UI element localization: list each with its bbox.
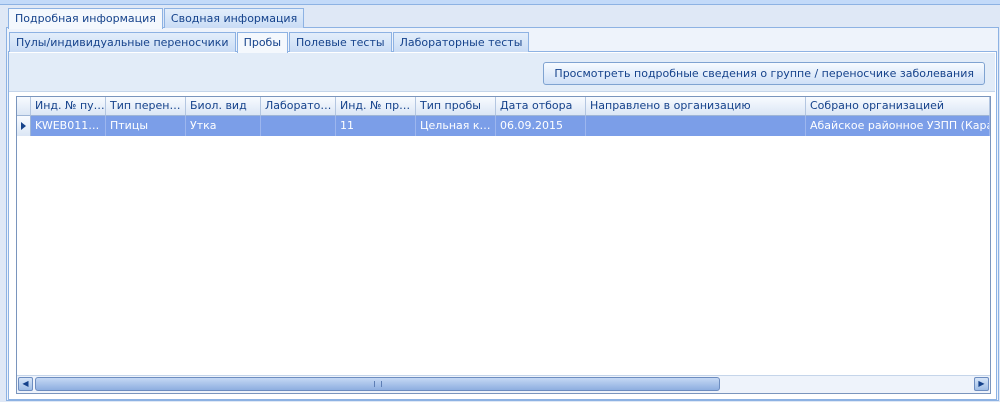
column-header[interactable]: Инд. № пул... <box>31 97 106 116</box>
window-top-border <box>0 0 1000 5</box>
tab-field-tests[interactable]: Полевые тесты <box>289 32 392 52</box>
outer-tabstrip: Подробная информация Сводная информация <box>8 8 305 29</box>
column-header[interactable]: Собрано организацией <box>806 97 990 116</box>
scroll-left-icon[interactable]: ◀ <box>18 377 33 391</box>
table-cell[interactable] <box>261 116 336 136</box>
column-header[interactable]: Дата отбора <box>496 97 586 116</box>
samples-toolbar: Просмотреть подробные сведения о группе … <box>9 53 995 92</box>
column-header[interactable]: Лаборатор... <box>261 97 336 116</box>
inner-tabstrip: Пулы/индивидуальные переносчики Пробы По… <box>9 32 530 53</box>
tab-summary-info[interactable]: Сводная информация <box>163 8 305 28</box>
scroll-right-icon[interactable]: ▶ <box>974 377 989 391</box>
grid-header: Инд. № пул... Тип перенос... Биол. вид Л… <box>17 97 990 116</box>
table-cell[interactable]: 06.09.2015 <box>496 116 586 136</box>
tab-detailed-info[interactable]: Подробная информация <box>8 8 163 29</box>
grip-icon <box>374 381 382 387</box>
row-indicator-header <box>17 97 31 116</box>
column-header[interactable]: Тип пробы <box>416 97 496 116</box>
table-cell[interactable]: Утка <box>186 116 261 136</box>
tab-pools-vectors[interactable]: Пулы/индивидуальные переносчики <box>9 32 236 52</box>
horizontal-scrollbar[interactable]: ◀ ▶ <box>17 375 990 393</box>
table-cell[interactable] <box>586 116 806 136</box>
table-cell[interactable]: KWEB0115... <box>31 116 106 136</box>
table-cell[interactable]: Птицы <box>106 116 186 136</box>
current-row-indicator-icon <box>17 116 31 136</box>
table-row[interactable]: KWEB0115... Птицы Утка 11 Цельная кро...… <box>17 116 990 136</box>
table-cell[interactable]: 11 <box>336 116 416 136</box>
column-header[interactable]: Биол. вид <box>186 97 261 116</box>
tab-lab-tests[interactable]: Лабораторные тесты <box>392 32 530 52</box>
view-vector-details-button[interactable]: Просмотреть подробные сведения о группе … <box>543 62 985 85</box>
column-header[interactable]: Инд. № про... <box>336 97 416 116</box>
scroll-thumb[interactable] <box>35 377 720 391</box>
column-header[interactable]: Тип перенос... <box>106 97 186 116</box>
column-header[interactable]: Направлено в организацию <box>586 97 806 116</box>
table-cell[interactable]: Абайское районное УЗПП (Караган <box>806 116 990 136</box>
table-cell[interactable]: Цельная кро... <box>416 116 496 136</box>
samples-grid: Инд. № пул... Тип перенос... Биол. вид Л… <box>16 96 991 394</box>
tab-samples[interactable]: Пробы <box>236 32 289 53</box>
